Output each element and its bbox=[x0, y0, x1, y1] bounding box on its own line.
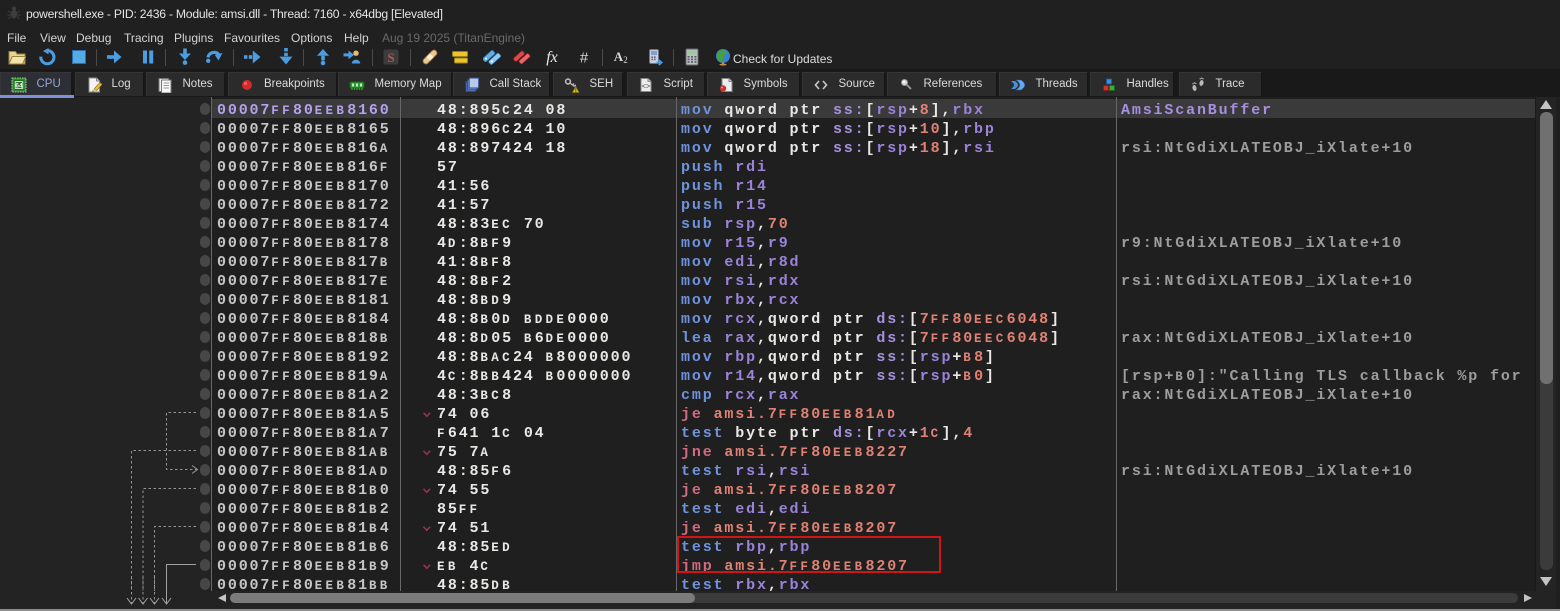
svg-text:#: # bbox=[580, 50, 589, 67]
svg-text:2: 2 bbox=[623, 55, 628, 65]
svg-text:64: 64 bbox=[15, 82, 23, 89]
svg-text:<>: <> bbox=[642, 83, 650, 91]
svg-text:S: S bbox=[387, 50, 394, 65]
svg-text:fx: fx bbox=[546, 49, 558, 66]
